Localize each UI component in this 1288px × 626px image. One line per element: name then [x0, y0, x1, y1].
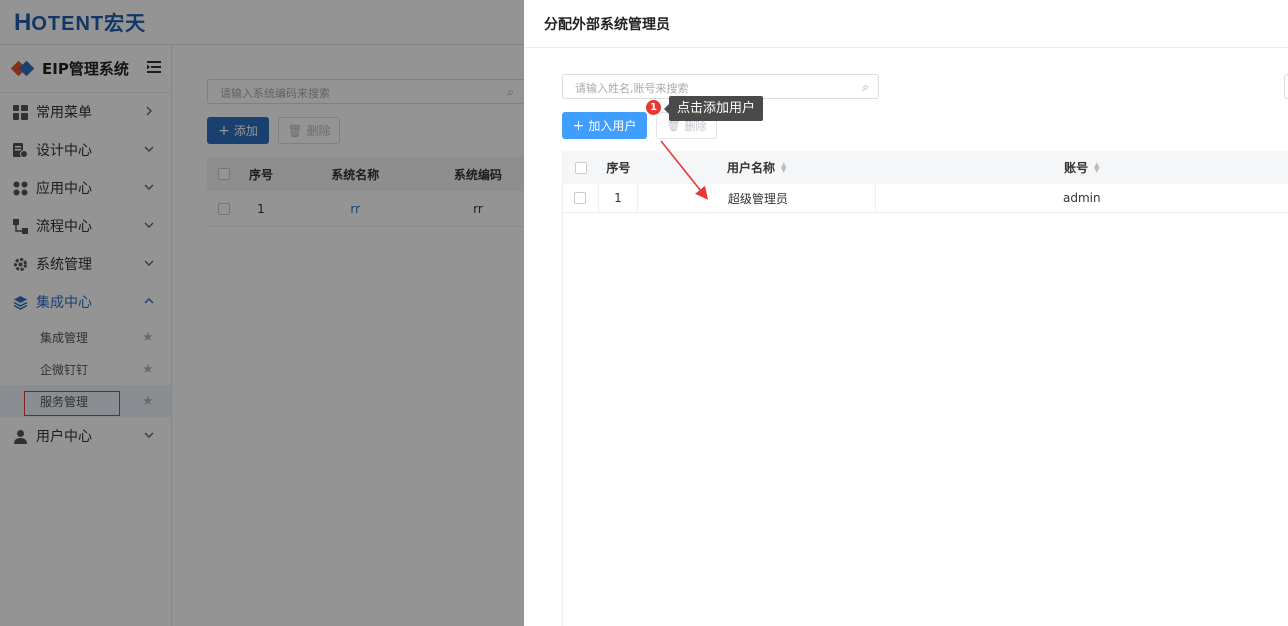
edge-input[interactable] [1284, 74, 1288, 99]
annotation-tooltip: 点击添加用户 [663, 96, 764, 121]
row-index: 1 [599, 184, 638, 212]
column-header-name[interactable]: 用户名称 ▲ ▼ [638, 151, 876, 184]
select-all-checkbox[interactable] [574, 161, 587, 174]
table-row[interactable]: 1 超级管理员 admin [563, 184, 1288, 213]
search-icon[interactable]: ⌕ [862, 80, 869, 95]
add-user-label: 加入用户 [588, 119, 637, 133]
column-header-label: 账号 [1064, 161, 1089, 175]
step-badge: 1 [645, 99, 662, 116]
assign-admin-drawer: 分配外部系统管理员 请输入姓名,账号来搜索 ⌕ + 加入用户 🗑 删除 点击添加… [524, 0, 1288, 626]
user-account: admin [1063, 191, 1101, 205]
sort-icon[interactable]: ▲ ▼ [1094, 161, 1099, 173]
sort-icon[interactable]: ▲ ▼ [781, 161, 786, 173]
plus-icon: + [572, 117, 585, 134]
user-table: 序号 用户名称 ▲ ▼ 账号 ▲ ▼ 1 超级管理员 admin [562, 151, 1288, 626]
search-placeholder: 请输入姓名,账号来搜索 [575, 82, 689, 95]
add-user-button[interactable]: + 加入用户 [562, 112, 647, 139]
column-header-label: 用户名称 [727, 161, 776, 175]
row-checkbox[interactable] [574, 192, 587, 204]
user-name: 超级管理员 [638, 184, 876, 212]
column-header-account[interactable]: 账号 ▲ ▼ [876, 151, 1288, 184]
app-root: H OTENT宏天 EIP管理系统 常用菜单 设计中心 应用中心 流程中心 系统… [0, 0, 1288, 626]
modal-overlay[interactable] [0, 0, 524, 626]
table-header: 序号 用户名称 ▲ ▼ 账号 ▲ ▼ [563, 151, 1288, 184]
column-header: 序号 [606, 161, 631, 175]
drawer-title: 分配外部系统管理员 [524, 0, 1288, 48]
